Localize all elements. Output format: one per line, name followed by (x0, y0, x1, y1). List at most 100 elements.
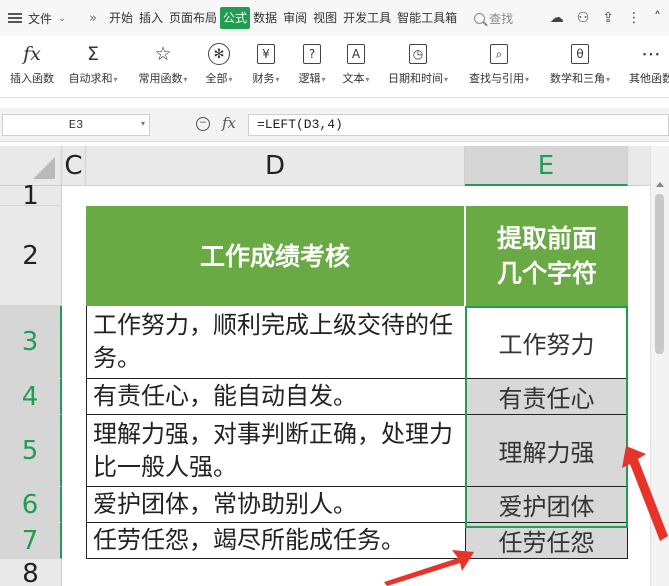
ribbon-tabs: 开始 插入 页面布局 公式 数据 审阅 视图 开发工具 智能工具箱 (106, 0, 460, 36)
formula-ribbon: fx 插入函数 Σ 自动求和▾ ☆ 常用函数▾ ✻ 全部▾ ¥ 财务▾ ? 逻辑… (0, 36, 669, 98)
theta-icon: θ (571, 44, 589, 64)
lookup-reference-button[interactable]: ⌕ 查找与引用▾ (462, 40, 536, 94)
date-time-button[interactable]: ◷ 日期和时间▾ (382, 40, 454, 94)
tab-data[interactable]: 数据 (250, 7, 280, 29)
other-functions-button[interactable]: ⋯ 其他函数 (624, 40, 669, 94)
row-header-3[interactable]: 3 (0, 306, 62, 379)
dropdown-arrow-icon: ▾ (275, 75, 280, 84)
autosum-button[interactable]: Σ 自动求和▾ (64, 40, 122, 94)
table-header-e-line2: 几个字符 (496, 259, 597, 288)
text-functions-label: 文本 (342, 72, 365, 85)
ellipsis-icon: ⋯ (641, 43, 661, 65)
column-header-d[interactable]: D (86, 146, 465, 186)
share-user-icon[interactable]: ⚇ (577, 10, 590, 26)
row-header-5[interactable]: 5 (0, 415, 62, 487)
table-header-e-line1: 提取前面 (496, 224, 597, 253)
table-cell-e4[interactable]: 有责任心 (465, 379, 628, 415)
column-header-e[interactable]: E (465, 146, 628, 186)
row-header-2[interactable]: 2 (0, 206, 62, 306)
table-cell-d5[interactable]: 理解力强，对事判断正确，处理力比一般人强。 (86, 415, 465, 487)
table-cell-d3[interactable]: 工作努力，顺利完成上级交待的任务。 (86, 306, 465, 379)
text-a-icon: A (347, 44, 365, 64)
row-header-6[interactable]: 6 (0, 487, 62, 523)
search-box[interactable]: 查找 (474, 10, 513, 27)
cloud-sync-icon[interactable]: ☁ (550, 10, 564, 26)
scroll-thumb[interactable] (655, 194, 664, 354)
star-icon: ☆ (154, 43, 172, 65)
row-header-8[interactable]: 8 (0, 559, 62, 586)
row-header-1[interactable]: 1 (0, 181, 62, 211)
name-box[interactable]: E3 ▾ (2, 114, 150, 136)
logical-button[interactable]: ? 逻辑▾ (292, 40, 332, 94)
all-functions-button[interactable]: ✻ 全部▾ (200, 40, 238, 94)
expand-tabs-icon[interactable]: » (80, 11, 106, 26)
window-icons: ☁ ⚇ ⇪ ⋮ ˄ (550, 0, 661, 36)
dropdown-arrow-icon: ▾ (113, 75, 118, 84)
table-cell-d4[interactable]: 有责任心，能自动自发。 (86, 379, 465, 415)
dropdown-arrow-icon: ▾ (443, 75, 448, 84)
all-functions-label: 全部 (205, 72, 228, 85)
financial-button[interactable]: ¥ 财务▾ (246, 40, 286, 94)
tab-page-layout[interactable]: 页面布局 (166, 7, 220, 29)
table-cell-e3[interactable]: 工作努力 (465, 306, 628, 379)
name-box-value: E3 (68, 118, 84, 132)
formula-input[interactable]: =LEFT(D3,4) (248, 114, 669, 136)
dropdown-arrow-icon: ▾ (524, 75, 529, 84)
lookup-icon: ⌕ (490, 44, 508, 64)
search-label: 查找 (489, 11, 514, 26)
more-icon[interactable]: ⋮ (627, 10, 641, 26)
math-trig-label: 数学和三角 (549, 72, 605, 85)
table-header-e[interactable]: 提取前面 几个字符 (466, 206, 628, 306)
table-cell-e5[interactable]: 理解力强 (465, 415, 628, 487)
column-header-next[interactable] (628, 146, 650, 186)
scroll-up-icon[interactable] (656, 182, 664, 187)
logical-label: 逻辑 (298, 72, 321, 85)
table-header-d[interactable]: 工作成绩考核 (86, 206, 465, 306)
table-cell-d7[interactable]: 任劳任怨，竭尽所能成任务。 (86, 523, 465, 559)
zoom-magnifier-icon[interactable]: − (196, 117, 210, 131)
tab-review[interactable]: 审阅 (280, 7, 310, 29)
file-menu[interactable]: 文件 ⌄ (0, 0, 80, 36)
insert-function-label: 插入函数 (10, 72, 54, 85)
lookup-reference-label: 查找与引用 (468, 72, 524, 85)
chevron-down-icon[interactable]: ▾ (141, 115, 145, 135)
question-mark-icon: ? (303, 44, 321, 64)
share-icon[interactable]: ⇪ (602, 10, 614, 26)
search-icon (474, 12, 486, 24)
spreadsheet-grid: C D E 1 2 3 4 5 6 7 8 工作成绩考核 提取前面 几个字符 工… (0, 146, 669, 586)
dropdown-arrow-icon: ▾ (365, 75, 370, 84)
vertical-scrollbar[interactable] (650, 146, 669, 586)
financial-label: 财务 (252, 72, 275, 85)
chevron-down-icon: ⌄ (58, 12, 67, 24)
asterisk-circle-icon: ✻ (208, 43, 230, 65)
tab-insert[interactable]: 插入 (136, 7, 166, 29)
tab-smart-toolbox[interactable]: 智能工具箱 (394, 7, 460, 29)
text-functions-button[interactable]: A 文本▾ (336, 40, 376, 94)
column-header-c[interactable]: C (62, 146, 86, 186)
collapse-ribbon-icon[interactable]: ˄ (654, 10, 661, 26)
row-header-4[interactable]: 4 (0, 379, 62, 415)
insert-function-button[interactable]: fx 插入函数 (6, 40, 58, 94)
table-cell-d6[interactable]: 爱护团体，常协助别人。 (86, 487, 465, 523)
dropdown-arrow-icon: ▾ (605, 75, 610, 84)
formula-bar: E3 ▾ − fx =LEFT(D3,4) (0, 108, 669, 142)
menu-bar: 文件 ⌄ » 开始 插入 页面布局 公式 数据 审阅 视图 开发工具 智能工具箱… (0, 0, 669, 36)
file-menu-label: 文件 (28, 11, 53, 26)
yen-icon: ¥ (257, 44, 275, 64)
tab-formulas[interactable]: 公式 (220, 7, 251, 29)
clock-icon: ◷ (409, 44, 427, 64)
table-cell-e7[interactable]: 任劳任怨 (465, 523, 628, 559)
common-functions-label: 常用函数 (138, 72, 183, 85)
math-trig-button[interactable]: θ 数学和三角▾ (544, 40, 616, 94)
hamburger-icon (8, 13, 22, 23)
tab-view[interactable]: 视图 (310, 7, 340, 29)
fx-icon[interactable]: fx (222, 114, 236, 132)
fx-icon: fx (23, 43, 41, 65)
dropdown-arrow-icon: ▾ (183, 75, 188, 84)
tab-home[interactable]: 开始 (106, 7, 136, 29)
dropdown-arrow-icon: ▾ (321, 75, 326, 84)
row-header-7[interactable]: 7 (0, 523, 62, 559)
tab-developer[interactable]: 开发工具 (340, 7, 394, 29)
common-functions-button[interactable]: ☆ 常用函数▾ (134, 40, 192, 94)
table-cell-e6[interactable]: 爱护团体 (465, 487, 628, 523)
